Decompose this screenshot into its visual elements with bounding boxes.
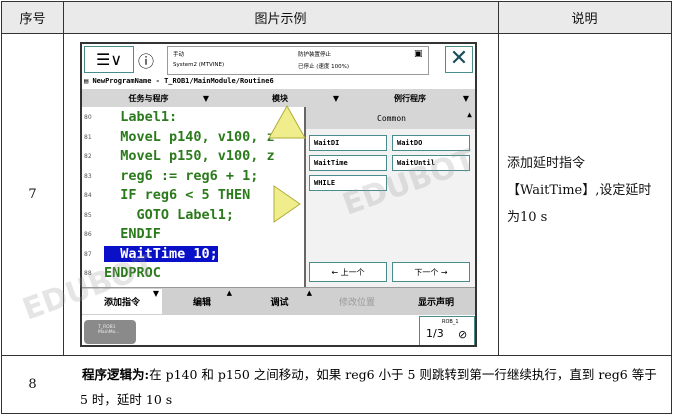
status-state: 已停止 (速度 100%) (298, 64, 350, 70)
collapse-icon: ▲ (467, 110, 472, 119)
item-waitdo[interactable]: WaitDO (392, 135, 470, 151)
panel-title[interactable]: Common ▲ (306, 107, 475, 129)
line-number: 85 (84, 211, 92, 219)
header-image: 图片示例 (254, 12, 307, 27)
panel-title-text: Common (377, 113, 406, 123)
item-waituntil[interactable]: WaitUntil (392, 155, 470, 171)
tab-label: 模块 (272, 93, 288, 103)
menu-icon: ☰∨ (95, 50, 123, 69)
edit-button[interactable]: 编辑 ▲ (162, 289, 242, 314)
code-line[interactable]: MoveL p150, v100, z (104, 148, 274, 164)
task-button[interactable]: T_ROB1 MainMo... (84, 320, 136, 344)
modify-position-button[interactable]: 修改位置 (317, 289, 397, 314)
code-line[interactable]: ENDIF (104, 226, 161, 242)
info-user-icon: ⓘ (138, 52, 155, 71)
code-line[interactable]: MoveL p140, v100, z (104, 129, 274, 145)
logic-text: 在 p140 和 p150 之间移动，如果 reg6 小于 5 则跳转到第一行继… (80, 367, 657, 407)
cmd-label: 添加指令 (103, 298, 140, 308)
row-8-number: 8 (28, 376, 37, 392)
status-mode: 手动 (173, 52, 185, 58)
code-line[interactable]: reg6 := reg6 + 1; (104, 168, 258, 184)
dropdown-icon: ▼ (332, 93, 339, 103)
cmd-label: 编辑 (192, 298, 211, 308)
debug-button[interactable]: 调试 ▲ (242, 289, 317, 314)
code-line-selected[interactable]: WaitTime 10; (104, 245, 218, 262)
cmd-label: 调试 (270, 298, 289, 308)
speed-icon: ⊘ (458, 328, 468, 341)
path-text: NewProgramName - T_ROB1/MainModule/Routi… (92, 77, 274, 85)
line-number: 80 (84, 114, 92, 121)
header-desc: 说明 (571, 12, 598, 27)
item-waitdi[interactable]: WaitDI (309, 135, 387, 151)
item-waittime[interactable]: WaitTime (309, 155, 387, 171)
line-number: 84 (84, 192, 92, 199)
up-icon: ▲ (226, 289, 232, 297)
prev-button[interactable]: ← 上一个 (309, 262, 387, 282)
item-while[interactable]: WHILE (309, 175, 387, 191)
line-number: 81 (84, 133, 92, 141)
code-line[interactable]: GOTO Label1; (104, 207, 235, 223)
rob-label: ROB_1 (442, 319, 459, 325)
fraction-label: 1/3 (426, 327, 444, 340)
add-instruction-button[interactable]: 添加指令 ▼ (82, 289, 162, 314)
code-line[interactable]: IF reg6 < 5 THEN (104, 187, 250, 203)
show-declaration-button[interactable]: 显示声明 (397, 289, 475, 314)
tab-label: 例行程序 (394, 93, 426, 103)
flexpendant-screenshot: ☰∨ ⓘ 手动 System2 (MTVINE) 防护装置停止 已停止 (速度 … (80, 42, 477, 347)
code-line[interactable]: ENDPROC (104, 265, 161, 281)
tab-label: 任务与程序 (128, 93, 169, 103)
tab-tasks[interactable]: 任务与程序 ▼ (82, 89, 216, 107)
row-7-number: 7 (28, 186, 37, 202)
line-number: 86 (84, 231, 92, 238)
header-no: 序号 (19, 12, 46, 27)
menu-button[interactable]: ☰∨ (84, 46, 134, 73)
status-bar: 手动 System2 (MTVINE) 防护装置停止 已停止 (速度 100%)… (167, 46, 429, 75)
quickset-button[interactable]: ROB_1 1/3 ⊘ (419, 316, 475, 345)
line-number: 82 (84, 153, 92, 160)
breadcrumb-path: ▤ NewProgramName - T_ROB1/MainModule/Rou… (84, 77, 274, 85)
status-system: System2 (MTVINE) (173, 62, 225, 68)
yellow-arrow-up-icon (268, 104, 306, 139)
dropdown-icon: ▼ (462, 93, 469, 103)
row-8-text: 程序逻辑为:在 p140 和 p150 之间移动，如果 reg6 小于 5 则跳… (80, 362, 665, 412)
code-line[interactable]: Label1: (104, 109, 177, 125)
up-icon: ▲ (306, 289, 312, 297)
tab-routines[interactable]: 例行程序 ▼ (345, 89, 475, 107)
dropdown-icon: ▼ (152, 289, 159, 298)
close-icon: ✕ (449, 46, 469, 71)
instruction-panel: Common ▲ WaitDI WaitDO WaitTime WaitUntil… (304, 107, 475, 287)
line-number: 87 (84, 250, 92, 258)
next-button[interactable]: 下一个 → (392, 262, 470, 282)
dropdown-icon: ▼ (202, 93, 209, 103)
line-number: 88 (84, 270, 92, 277)
device-icon: ▣ (414, 49, 423, 59)
logic-label: 程序逻辑为: (82, 367, 150, 382)
status-guard: 防护装置停止 (298, 52, 332, 58)
close-button[interactable]: ✕ (445, 46, 473, 73)
line-number: 83 (84, 172, 92, 180)
yellow-arrow-right-icon (273, 185, 301, 223)
module-name: MainMo... (98, 330, 120, 335)
row-7-description: 添加延时指令【WaitTime】,设定延时为10 s (507, 156, 652, 225)
